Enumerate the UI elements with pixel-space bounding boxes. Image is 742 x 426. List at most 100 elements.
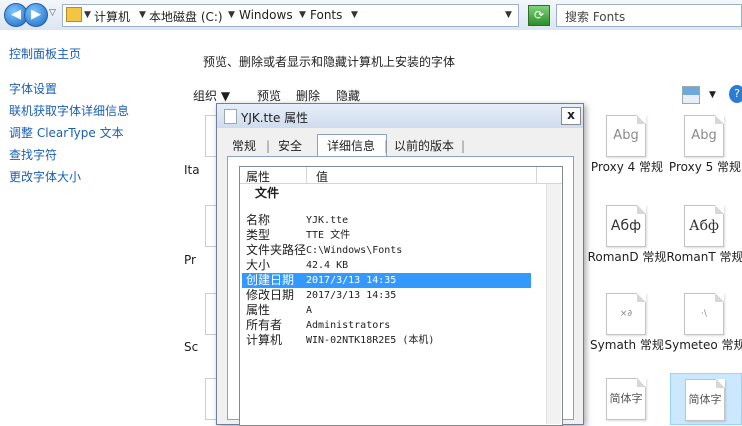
list-item[interactable]: 名称 YJK.tte: [246, 213, 560, 228]
nav-font-settings[interactable]: 字体设置: [9, 80, 57, 97]
breadcrumb-windows[interactable]: Windows: [239, 8, 293, 22]
chevron-down-icon[interactable]: ▼: [228, 10, 235, 20]
font-tile-selected[interactable]: 简体字: [670, 373, 742, 425]
details-list[interactable]: 属性 值 文件 名称 YJK.tte 类型 TTE 文件 文件夹路径 C:\Wi…: [239, 166, 563, 426]
refresh-icon[interactable]: ⟳: [528, 5, 550, 26]
chevron-down-icon[interactable]: ▼: [84, 10, 91, 20]
list-header: 属性 值: [240, 167, 562, 184]
view-dropdown-icon[interactable]: ▼: [709, 90, 716, 100]
organize-button[interactable]: 组织 ▼: [193, 87, 230, 104]
recent-pages-dropdown-icon[interactable]: ▽: [49, 8, 56, 18]
font-tile[interactable]: ×∂ Symath 常规: [590, 293, 664, 352]
list-item[interactable]: 文件夹路径 C:\Windows\Fonts: [246, 243, 560, 258]
tab-previous-versions[interactable]: 以前的版本: [389, 136, 459, 156]
row-key: 所有者: [246, 318, 283, 332]
vertical-scrollbar[interactable]: [546, 184, 561, 424]
row-value: 2017/3/13 14:35: [306, 275, 397, 286]
font-name: Symath 常规: [590, 338, 664, 352]
dialog-title: YJK.tte 属性: [241, 111, 309, 125]
dialog-title-bar[interactable]: YJK.tte 属性 x: [217, 104, 583, 128]
font-file-icon: 简体字: [606, 378, 646, 420]
page-description: 预览、删除或者显示和隐藏计算机上安装的字体: [203, 55, 456, 69]
list-item[interactable]: 属性 A: [246, 303, 560, 318]
font-name: RomanT 常规: [666, 250, 742, 264]
row-value: WIN-02NTK18R2E5 (本机): [306, 335, 435, 346]
font-tile[interactable]: Абф RomanD 常规: [588, 205, 666, 264]
font-file-icon: Abg: [606, 115, 646, 157]
font-file-icon: Abg: [684, 115, 724, 157]
row-value: A: [306, 305, 313, 316]
font-name: Proxy 5 常规: [668, 160, 742, 174]
column-divider[interactable]: [536, 167, 537, 183]
row-value: C:\Windows\Fonts: [306, 245, 403, 256]
left-nav: 控制面板主页 字体设置 联机获取字体详细信息 调整 ClearType 文本 查…: [0, 30, 178, 423]
font-name: Symeteo 常规: [664, 338, 742, 352]
row-key: 文件夹路径: [246, 243, 307, 257]
folder-icon: [66, 7, 82, 22]
chevron-down-icon[interactable]: ▼: [351, 10, 358, 20]
breadcrumb-local-disk[interactable]: 本地磁盘 (C:): [149, 8, 223, 25]
font-label-partial: Ita: [184, 163, 200, 177]
row-key: 名称: [246, 213, 271, 227]
nav-get-font-info-online[interactable]: 联机获取字体详细信息: [9, 102, 129, 119]
row-value: TTE 文件: [306, 230, 351, 241]
tab-general[interactable]: 常规: [227, 136, 261, 156]
font-tile[interactable]: ·\ Symeteo 常规: [664, 293, 742, 352]
tab-divider: |: [461, 139, 466, 153]
font-file-icon: Абф: [684, 205, 724, 247]
font-file-icon: ×∂: [606, 293, 646, 335]
chevron-down-icon[interactable]: ▼: [139, 10, 146, 20]
row-key: 创建日期: [246, 273, 295, 287]
row-value: 2017/3/13 14:35: [306, 290, 397, 301]
font-tile[interactable]: Abg Proxy 4 常规: [591, 115, 663, 174]
row-key: 属性: [246, 303, 271, 317]
address-history-dropdown-icon[interactable]: ▼: [505, 10, 512, 20]
list-item[interactable]: 类型 TTE 文件: [246, 228, 560, 243]
list-item[interactable]: 计算机 WIN-02NTK18R2E5 (本机): [246, 333, 560, 348]
hide-button[interactable]: 隐藏: [336, 87, 360, 104]
list-item-selected[interactable]: 创建日期 2017/3/13 14:35: [242, 273, 531, 288]
nav-adjust-cleartype[interactable]: 调整 ClearType 文本: [9, 124, 124, 141]
tab-details[interactable]: 详细信息: [322, 136, 380, 156]
properties-dialog: YJK.tte 属性 x 常规 | 安全 详细信息 | 以前的版本 | 属性 值…: [216, 103, 584, 426]
nav-control-panel-home[interactable]: 控制面板主页: [9, 45, 81, 62]
column-header-value[interactable]: 值: [316, 168, 328, 185]
address-bar-area: ◀ ▶ ▽ ▼ 计算机 ▼ 本地磁盘 (C:) ▼ Windows ▼ Font…: [0, 0, 742, 30]
nav-change-font-size[interactable]: 更改字体大小: [9, 168, 81, 185]
font-label-partial: Sc: [184, 340, 199, 354]
tab-divider: |: [266, 139, 271, 153]
close-button[interactable]: x: [561, 107, 581, 125]
row-key: 大小: [246, 258, 271, 272]
list-item[interactable]: 所有者 Administrators: [246, 318, 560, 333]
font-label-partial: Pr: [184, 253, 196, 267]
font-file-icon: ·\: [684, 293, 724, 335]
view-options-icon[interactable]: [682, 86, 700, 104]
column-divider[interactable]: [306, 167, 307, 183]
font-tile[interactable]: Абф RomanT 常规: [667, 205, 742, 264]
forward-button[interactable]: ▶: [24, 3, 48, 27]
preview-button[interactable]: 预览: [257, 87, 281, 104]
row-key: 类型: [246, 228, 271, 242]
font-name: RomanD 常规: [587, 250, 667, 264]
address-bar[interactable]: ▼ 计算机 ▼ 本地磁盘 (C:) ▼ Windows ▼ Fonts ▼ ▼: [62, 4, 519, 27]
list-item[interactable]: 大小 42.4 KB: [246, 258, 560, 273]
row-value: Administrators: [306, 320, 391, 331]
row-key: 计算机: [246, 333, 283, 347]
search-input[interactable]: 搜索 Fonts: [556, 4, 742, 27]
font-name: Proxy 4 常规: [590, 160, 664, 174]
column-header-property[interactable]: 属性: [246, 168, 270, 185]
chevron-down-icon[interactable]: ▼: [299, 10, 306, 20]
list-item[interactable]: 修改日期 2017/3/13 14:35: [246, 288, 560, 303]
breadcrumb-computer[interactable]: 计算机: [94, 8, 130, 25]
section-header: 文件: [255, 186, 280, 200]
tab-divider: |: [384, 139, 389, 153]
breadcrumb-fonts[interactable]: Fonts: [310, 8, 342, 22]
row-value: YJK.tte: [306, 215, 349, 226]
font-tile[interactable]: 简体字: [596, 378, 658, 422]
help-icon[interactable]: ?: [729, 85, 742, 103]
tab-security[interactable]: 安全: [273, 136, 307, 156]
delete-button[interactable]: 删除: [296, 87, 320, 104]
font-tile[interactable]: Abg Proxy 5 常规: [669, 115, 741, 174]
nav-find-character[interactable]: 查找字符: [9, 146, 57, 163]
search-placeholder: 搜索 Fonts: [565, 10, 626, 24]
